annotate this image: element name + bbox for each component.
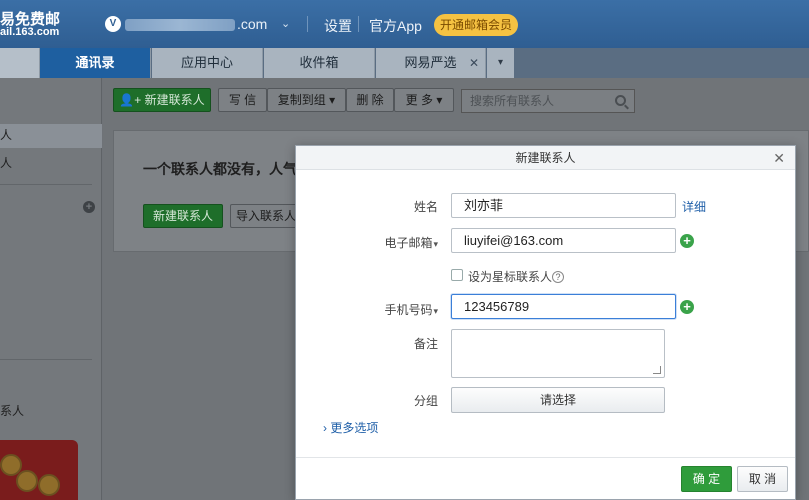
settings-link[interactable]: 设置	[324, 16, 352, 36]
app-link[interactable]: 官方App	[369, 16, 422, 36]
group-select-button[interactable]: 请选择	[451, 387, 665, 413]
divider	[0, 359, 92, 360]
search-input[interactable]: 搜索所有联系人	[461, 89, 635, 113]
copy-to-group-button[interactable]: 复制到组 ▾	[267, 88, 346, 112]
write-button[interactable]: 写 信	[218, 88, 267, 112]
chevron-down-icon: ▾	[433, 239, 438, 249]
sidebar: 人 人 + 系人	[0, 78, 102, 500]
more-button[interactable]: 更 多 ▾	[394, 88, 454, 112]
tab-yanxuan-label: 网易严选	[404, 55, 457, 70]
new-contact-button[interactable]: 👤+ 新建联系人	[113, 88, 211, 112]
avatar[interactable]: V	[105, 16, 121, 32]
red-packet-banner[interactable]	[0, 440, 78, 500]
tab-yanxuan[interactable]: 网易严选 ✕	[376, 48, 486, 78]
close-icon[interactable]: ✕	[469, 48, 479, 78]
phone-label-text: 手机号码	[384, 303, 433, 317]
divider	[307, 16, 308, 32]
search-placeholder: 搜索所有联系人	[470, 94, 555, 108]
add-email-icon[interactable]: +	[680, 234, 694, 248]
chevron-down-icon[interactable]: ⌄	[281, 17, 290, 30]
chevron-down-icon: ▾	[433, 306, 438, 316]
dialog-footer: 确 定 取 消	[296, 457, 795, 499]
sidebar-item-label[interactable]: 系人	[0, 402, 24, 419]
dialog-title-text: 新建联系人	[515, 151, 576, 165]
sidebar-item-label[interactable]: 人	[0, 154, 12, 171]
new-contact-dialog: 新建联系人 ✕ 姓名 刘亦菲 详细 电子邮箱▾ liuyifei@163.com…	[295, 145, 796, 500]
add-phone-icon[interactable]: +	[680, 300, 694, 314]
account-blur	[125, 19, 235, 32]
more-options-link[interactable]: › 更多选项	[323, 419, 378, 436]
logo-domain: ail.163.com	[0, 26, 60, 38]
copy-to-group-label: 复制到组	[277, 93, 326, 107]
detail-link[interactable]: 详细	[682, 198, 706, 215]
coin-icon	[38, 474, 60, 496]
import-contact-button[interactable]: 导入联系人	[230, 204, 302, 228]
email-label-text: 电子邮箱	[384, 236, 433, 250]
account-suffix: .com	[237, 16, 268, 32]
empty-state-tip: 一个联系人都没有，人气	[143, 161, 297, 177]
tab-app-center[interactable]: 应用中心	[152, 48, 263, 78]
close-icon[interactable]: ✕	[773, 146, 785, 170]
name-field[interactable]: 刘亦菲	[451, 193, 676, 218]
star-contact-label: 设为星标联系人?	[468, 268, 565, 285]
tab-bar: 通讯录 应用中心 收件箱 网易严选 ✕ ▾	[0, 48, 809, 78]
cancel-button[interactable]: 取 消	[737, 466, 788, 492]
add-user-icon: 👤+	[119, 93, 142, 107]
empty-new-contact-button[interactable]: 新建联系人	[143, 204, 223, 228]
star-contact-text: 设为星标联系人	[468, 270, 553, 284]
email-field[interactable]: liuyifei@163.com	[451, 228, 676, 253]
phone-label[interactable]: 手机号码▾	[296, 301, 438, 318]
sidebar-item-selected[interactable]	[0, 124, 102, 148]
add-group-icon[interactable]: +	[83, 201, 95, 213]
group-label: 分组	[413, 394, 438, 408]
phone-field[interactable]: 123456789	[451, 294, 676, 319]
help-icon[interactable]: ?	[552, 271, 565, 283]
coin-icon	[16, 470, 38, 492]
confirm-button[interactable]: 确 定	[681, 466, 732, 492]
vip-button[interactable]: 开通邮箱会员	[434, 14, 518, 36]
email-label[interactable]: 电子邮箱▾	[296, 234, 438, 251]
tab-home[interactable]	[0, 48, 40, 78]
more-options-label: 更多选项	[330, 421, 379, 435]
top-header: 易免费邮 ail.163.com V .com ⌄ 设置 官方App 开通邮箱会…	[0, 0, 809, 48]
divider	[358, 16, 359, 32]
tab-contacts[interactable]: 通讯录	[40, 48, 151, 78]
name-label: 姓名	[413, 200, 438, 214]
tab-more-chevron-icon[interactable]: ▾	[487, 48, 514, 78]
delete-button[interactable]: 删 除	[346, 88, 394, 112]
divider	[0, 184, 92, 185]
tab-inbox[interactable]: 收件箱	[264, 48, 375, 78]
new-contact-label: 新建联系人	[144, 93, 205, 107]
more-label: 更 多	[405, 93, 433, 107]
chevron-down-icon: ▾	[329, 93, 336, 107]
note-label: 备注	[413, 337, 438, 351]
star-contact-checkbox[interactable]	[451, 269, 463, 281]
chevron-down-icon: ▾	[436, 93, 443, 107]
note-textarea[interactable]	[451, 329, 665, 378]
account-name[interactable]: .com	[125, 16, 267, 32]
dialog-title: 新建联系人 ✕	[296, 146, 795, 170]
chevron-right-icon: ›	[323, 421, 327, 435]
sidebar-item-label: 人	[0, 128, 13, 142]
search-icon[interactable]	[615, 95, 626, 106]
